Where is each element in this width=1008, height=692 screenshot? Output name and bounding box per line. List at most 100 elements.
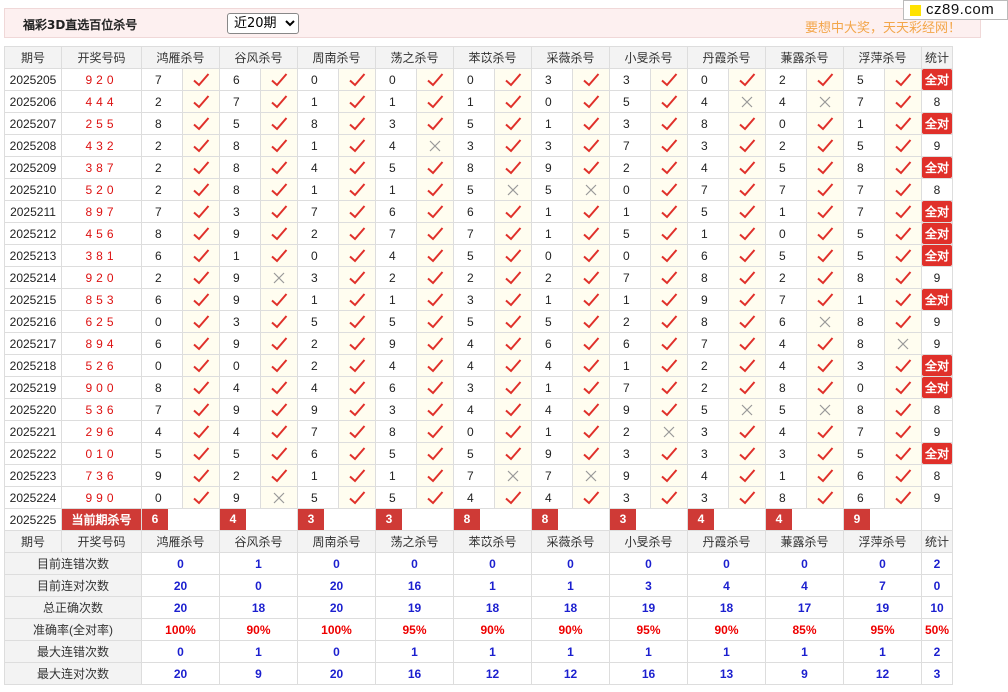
correct-count: 9 xyxy=(933,490,941,505)
kill-number-cell: 6 xyxy=(219,68,261,91)
period-range-select[interactable]: 近20期 xyxy=(227,13,299,34)
kill-number-cell: 3 xyxy=(687,486,729,509)
check-icon xyxy=(182,156,220,179)
check-icon xyxy=(182,200,220,223)
kill-number-cell: 7 xyxy=(843,420,885,443)
check-icon xyxy=(338,134,376,157)
summary-stat: 3 xyxy=(920,662,954,685)
check-icon xyxy=(182,310,220,333)
draw-number-cell: 387 xyxy=(61,156,142,179)
check-icon xyxy=(884,90,922,113)
cross-icon xyxy=(572,464,610,487)
check-icon xyxy=(416,178,454,201)
summary-row: 总正确次数 20 18 20 19 18 18 19 18 17 19 10 xyxy=(4,596,954,619)
check-icon xyxy=(494,90,532,113)
check-icon xyxy=(260,288,298,311)
check-icon xyxy=(260,354,298,377)
kill-number-cell: 3 xyxy=(609,68,651,91)
summary-value: 19 xyxy=(375,596,454,619)
summary-value: 95% xyxy=(375,618,454,641)
check-icon xyxy=(182,464,220,487)
check-icon xyxy=(650,222,688,245)
site-logo[interactable]: cz89.com xyxy=(903,0,1008,20)
check-icon xyxy=(884,376,922,399)
kill-number-cell: 1 xyxy=(531,376,573,399)
summary-value: 20 xyxy=(297,574,376,597)
kill-number-cell: 0 xyxy=(609,178,651,201)
kill-number-cell: 1 xyxy=(531,222,573,245)
kill-number-cell: 1 xyxy=(219,244,261,267)
summary-value: 0 xyxy=(453,552,532,575)
draw-number-cell: 625 xyxy=(61,310,142,333)
kill-number-cell: 3 xyxy=(687,442,729,465)
check-icon xyxy=(572,486,610,509)
summary-value: 7 xyxy=(843,574,922,597)
check-icon xyxy=(182,332,220,355)
cross-icon xyxy=(806,310,844,333)
summary-value: 1 xyxy=(765,640,844,663)
kill-number-cell: 0 xyxy=(141,354,183,377)
kill-number-cell: 1 xyxy=(375,464,417,487)
stat-cell: 9 xyxy=(920,332,954,355)
kill-number-cell: 5 xyxy=(687,200,729,223)
check-icon xyxy=(494,376,532,399)
period-cell: 2025211 xyxy=(4,200,62,223)
period-cell: 2025205 xyxy=(4,68,62,91)
table-header-row: 期号 开奖号码 鸿雁杀号 谷风杀号 周南杀号 荡之杀号 苯苡杀号 采薇杀号 小旻杀号 丹霞杀号 蒹露… xyxy=(4,530,954,553)
check-icon xyxy=(728,486,766,509)
kill-number-cell: 8 xyxy=(843,310,885,333)
check-icon xyxy=(884,398,922,421)
check-icon xyxy=(884,222,922,245)
check-icon xyxy=(572,398,610,421)
kill-number-cell: 5 xyxy=(843,442,885,465)
stat-cell: 全对 xyxy=(920,156,954,179)
period-cell: 2025207 xyxy=(4,112,62,135)
kill-number-cell: 4 xyxy=(375,354,417,377)
correct-count: 8 xyxy=(933,182,941,197)
check-icon xyxy=(884,420,922,443)
check-icon xyxy=(494,134,532,157)
header-expert: 蒹露杀号 xyxy=(765,530,844,553)
header-expert: 小旻杀号 xyxy=(609,530,688,553)
summary-value: 20 xyxy=(141,662,220,685)
summary-value: 16 xyxy=(375,662,454,685)
kill-number-cell: 4 xyxy=(453,354,495,377)
check-icon xyxy=(416,156,454,179)
check-icon xyxy=(416,222,454,245)
kill-number-cell: 5 xyxy=(765,156,807,179)
check-icon xyxy=(884,486,922,509)
summary-value: 90% xyxy=(219,618,298,641)
kill-number-cell: 2 xyxy=(765,68,807,91)
check-icon xyxy=(260,244,298,267)
check-icon xyxy=(728,156,766,179)
kill-number-cell: 0 xyxy=(375,68,417,91)
kill-number-cell: 3 xyxy=(297,266,339,289)
period-cell: 2025219 xyxy=(4,376,62,399)
period-cell: 2025214 xyxy=(4,266,62,289)
check-icon xyxy=(260,442,298,465)
check-icon xyxy=(416,420,454,443)
kill-number-cell: 3 xyxy=(765,442,807,465)
kill-number-cell: 6 xyxy=(141,288,183,311)
check-icon xyxy=(572,112,610,135)
check-icon xyxy=(728,134,766,157)
summary-value: 1 xyxy=(531,574,610,597)
kill-number-cell: 6 xyxy=(375,200,417,223)
summary-value: 1 xyxy=(453,640,532,663)
current-kill-number: 8 xyxy=(532,509,558,530)
summary-row: 准确率(全对率) 100% 90% 100% 95% 90% 90% 95% 90% 85% 95%… xyxy=(4,618,954,641)
stat-cell: 全对 xyxy=(920,68,954,91)
check-icon xyxy=(572,332,610,355)
summary-value: 1 xyxy=(609,640,688,663)
period-cell: 2025212 xyxy=(4,222,62,245)
kill-number-cell: 0 xyxy=(765,112,807,135)
summary-value: 18 xyxy=(531,596,610,619)
kill-number-cell: 1 xyxy=(375,178,417,201)
kill-number-cell: 5 xyxy=(765,398,807,421)
check-icon xyxy=(260,178,298,201)
stat-cell: 全对 xyxy=(920,244,954,267)
cross-icon xyxy=(806,398,844,421)
check-icon xyxy=(650,178,688,201)
kill-number-cell: 2 xyxy=(453,266,495,289)
header-expert: 采薇杀号 xyxy=(531,530,610,553)
